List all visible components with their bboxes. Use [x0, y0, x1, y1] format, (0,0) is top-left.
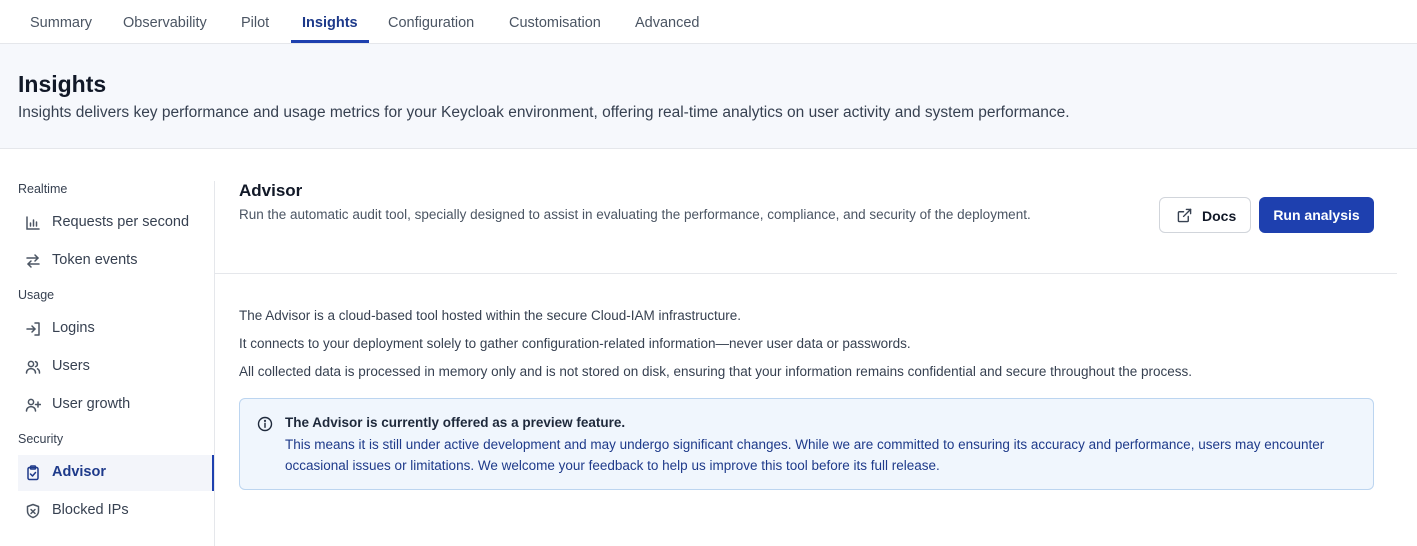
page-title: Insights: [18, 71, 107, 97]
tab-insights[interactable]: Insights: [302, 0, 358, 44]
tab-configuration[interactable]: Configuration: [388, 0, 474, 44]
advisor-paragraph: All collected data is processed in memor…: [239, 364, 1193, 379]
notice-title: The Advisor is currently offered as a pr…: [285, 415, 626, 430]
sidebar-group-security: Security: [18, 432, 64, 446]
sidebar-item-blocked-ips[interactable]: Blocked IPs: [18, 493, 214, 529]
page-header: Insights Insights delivers key performan…: [0, 44, 1417, 149]
sidebar-item-label: Requests per second: [52, 214, 190, 230]
tab-customisation[interactable]: Customisation: [509, 0, 601, 44]
sidebar-item-label: Users: [52, 358, 90, 374]
docs-button-label: Docs: [1202, 208, 1237, 224]
sidebar-group-realtime: Realtime: [18, 182, 68, 196]
arrows-swap-icon: [25, 253, 41, 269]
external-link-icon: [1177, 208, 1192, 223]
shield-x-icon: [25, 503, 41, 519]
sidebar-item-label: Advisor: [52, 464, 106, 480]
advisor-paragraph: It connects to your deployment solely to…: [239, 336, 911, 351]
tab-pilot[interactable]: Pilot: [241, 0, 269, 44]
tab-advanced[interactable]: Advanced: [635, 0, 700, 44]
login-icon: [25, 321, 41, 337]
users-icon: [25, 359, 41, 375]
sidebar-item-advisor[interactable]: Advisor: [18, 455, 214, 491]
sidebar-item-token-events[interactable]: Token events: [18, 243, 214, 279]
user-plus-icon: [25, 397, 42, 413]
sidebar-item-label: Blocked IPs: [52, 502, 129, 518]
bar-chart-icon: [25, 215, 41, 231]
section-divider: [215, 273, 1397, 274]
sidebar-item-label: Token events: [52, 252, 138, 268]
sidebar-item-requests-per-second[interactable]: Requests per second: [18, 205, 214, 241]
advisor-paragraph: The Advisor is a cloud-based tool hosted…: [239, 308, 741, 323]
sidebar-divider: [214, 181, 215, 546]
notice-body: This means it is still under active deve…: [285, 437, 1325, 473]
sidebar-item-users[interactable]: Users: [18, 349, 214, 385]
docs-button[interactable]: Docs: [1159, 197, 1251, 233]
advisor-title: Advisor: [239, 181, 303, 200]
page-subtitle: Insights delivers key performance and us…: [18, 104, 1070, 121]
sidebar-item-user-growth[interactable]: User growth: [18, 387, 214, 423]
tab-observability[interactable]: Observability: [123, 0, 207, 44]
sidebar-item-label: Logins: [52, 320, 95, 336]
tab-summary[interactable]: Summary: [30, 0, 92, 44]
run-analysis-label: Run analysis: [1273, 207, 1360, 223]
sidebar-item-label: User growth: [52, 396, 131, 412]
preview-notice: The Advisor is currently offered as a pr…: [239, 398, 1374, 490]
clipboard-check-icon: [25, 465, 41, 481]
run-analysis-button[interactable]: Run analysis: [1259, 197, 1374, 233]
sidebar-group-usage: Usage: [18, 288, 55, 302]
top-tabs: Summary Observability Pilot Insights Con…: [0, 0, 1417, 44]
info-icon: [257, 416, 273, 432]
active-tab-indicator: [291, 40, 369, 43]
advisor-description: Run the automatic audit tool, specially …: [239, 207, 1031, 222]
sidebar-item-logins[interactable]: Logins: [18, 311, 214, 347]
